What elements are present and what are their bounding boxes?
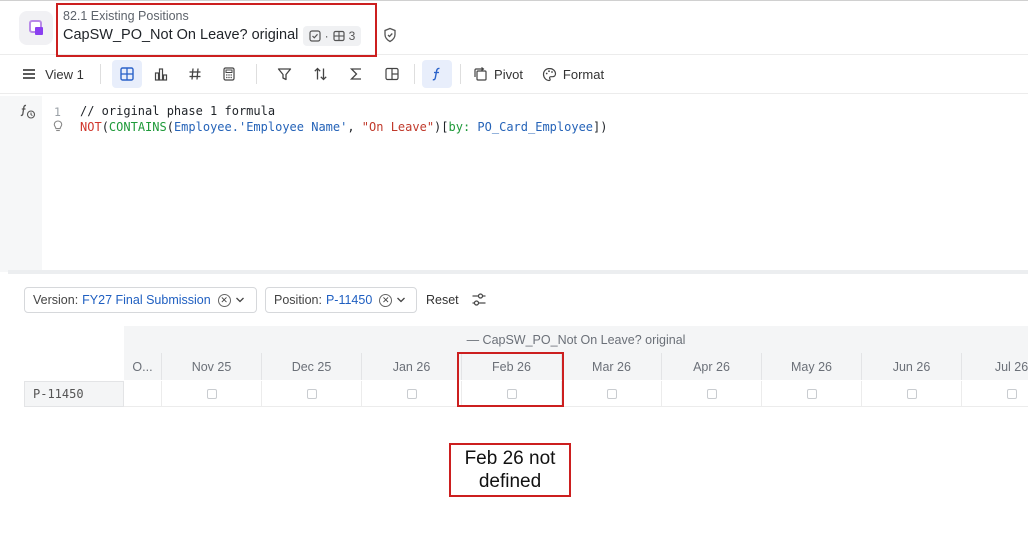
calculator-icon [223, 67, 235, 81]
cell-checkbox[interactable] [606, 388, 617, 399]
sort-arrows-icon [313, 67, 327, 81]
chevron-down-icon [235, 297, 244, 303]
column-header[interactable]: Apr 26 [662, 353, 762, 380]
cell-checkbox[interactable] [806, 388, 817, 399]
token-bracket: )[ [434, 120, 449, 134]
grid-cell[interactable] [262, 381, 362, 407]
highlight-box-feb26 [457, 352, 564, 407]
pivot-label: Pivot [494, 66, 523, 82]
token-employee-ref: Employee.'Employee Name' [173, 120, 348, 134]
column-header[interactable]: May 26 [762, 353, 862, 380]
function-f-icon [432, 67, 440, 81]
chevron-down-icon [397, 297, 406, 303]
grid-group-title[interactable]: — CapSW_PO_Not On Leave? original [124, 326, 1028, 353]
grid-cell[interactable] [962, 381, 1028, 407]
token-not: NOT [80, 120, 102, 134]
split-layout-icon [385, 67, 399, 81]
column-header[interactable]: O... [124, 353, 162, 380]
column-header[interactable]: Jul 26 [962, 353, 1028, 380]
cell-checkbox[interactable] [906, 388, 917, 399]
grid-cell[interactable] [762, 381, 862, 407]
toolbar-divider [414, 64, 415, 84]
formula-gutter [8, 96, 42, 270]
summary-button[interactable] [341, 60, 371, 88]
token-paren: ( [101, 120, 109, 134]
pivot-icon [474, 67, 487, 81]
column-header[interactable]: Nov 25 [162, 353, 262, 380]
formula-fx-icon [20, 104, 36, 119]
grid-cell[interactable] [124, 381, 162, 407]
formula-line-comment: // original phase 1 formula [80, 104, 276, 118]
reset-filters-button[interactable]: Reset [426, 293, 459, 307]
grid-view-button[interactable] [112, 60, 142, 88]
left-edge-band [0, 96, 8, 272]
grid-row-header[interactable]: P-11450 [24, 381, 124, 407]
token-bracket: ]) [593, 120, 608, 134]
grid-cell[interactable] [162, 381, 262, 407]
token-comma: , [347, 120, 362, 134]
table-grid-icon [120, 67, 134, 81]
grid-cell[interactable] [362, 381, 462, 407]
bar-chart-icon [154, 68, 168, 81]
version-filter-label: Version: [33, 293, 79, 307]
column-header[interactable]: Mar 26 [562, 353, 662, 380]
annotation-line-1: Feb 26 not [464, 448, 556, 469]
version-filter-value: FY27 Final Submission [82, 293, 211, 307]
cell-checkbox[interactable] [706, 388, 717, 399]
token-by-keyword: by: [448, 120, 471, 134]
grid-cell[interactable] [862, 381, 962, 407]
sort-button[interactable] [305, 60, 335, 88]
version-filter[interactable]: Version: FY27 Final Submission ✕ [24, 287, 257, 313]
cell-checkbox[interactable] [306, 388, 317, 399]
view-label: View 1 [45, 66, 84, 82]
position-filter-label: Position: [274, 293, 322, 307]
column-header[interactable]: Dec 25 [262, 353, 362, 380]
column-header[interactable]: Jan 26 [362, 353, 462, 380]
clear-version-icon[interactable]: ✕ [217, 293, 231, 307]
grid-cell[interactable] [562, 381, 662, 407]
filter-funnel-icon [277, 68, 291, 81]
palette-icon [542, 67, 557, 81]
cell-checkbox[interactable] [1006, 388, 1017, 399]
token-string: "On Leave" [361, 120, 435, 134]
chart-view-button[interactable] [146, 60, 176, 88]
editor-divider[interactable] [8, 270, 1028, 274]
cell-checkbox[interactable] [406, 388, 417, 399]
highlight-box-title [56, 3, 377, 57]
token-contains: CONTAINS [108, 120, 167, 134]
token-by-ref: PO_Card_Employee [477, 120, 594, 134]
hash-icon [189, 68, 201, 80]
calculator-view-button[interactable] [214, 60, 244, 88]
column-header[interactable]: Jun 26 [862, 353, 962, 380]
cell-checkbox[interactable] [206, 388, 217, 399]
format-button[interactable]: Format [538, 60, 608, 88]
number-view-button[interactable] [180, 60, 210, 88]
toolbar-divider [100, 64, 101, 84]
formula-button[interactable] [422, 60, 452, 88]
hamburger-menu-icon [23, 69, 36, 79]
toolbar-divider [256, 64, 257, 84]
annotation-callout: Feb 26 not defined [449, 443, 571, 497]
toolbar-divider [460, 64, 461, 84]
position-filter-value: P-11450 [325, 293, 373, 307]
sigma-sum-icon [349, 68, 361, 80]
layout-button[interactable] [377, 60, 407, 88]
clear-position-icon[interactable]: ✕ [379, 293, 393, 307]
app-logo-icon [19, 11, 53, 45]
lightbulb-hint-icon[interactable] [53, 120, 63, 133]
filter-button[interactable] [269, 60, 299, 88]
pivot-button[interactable]: Pivot [468, 60, 528, 88]
formula-line-expression: NOT(CONTAINS(Employee.'Employee Name', "… [80, 120, 607, 134]
annotation-line-2: defined [478, 471, 542, 492]
token-paren: ( [166, 120, 174, 134]
filter-settings-icon[interactable] [471, 292, 487, 307]
line-number: 1 [54, 105, 61, 119]
position-filter[interactable]: Position: P-11450 ✕ [265, 287, 417, 313]
shield-check-icon[interactable] [382, 27, 398, 43]
format-label: Format [562, 66, 605, 82]
grid-cell[interactable] [662, 381, 762, 407]
view-selector-button[interactable]: View 1 [18, 60, 88, 88]
